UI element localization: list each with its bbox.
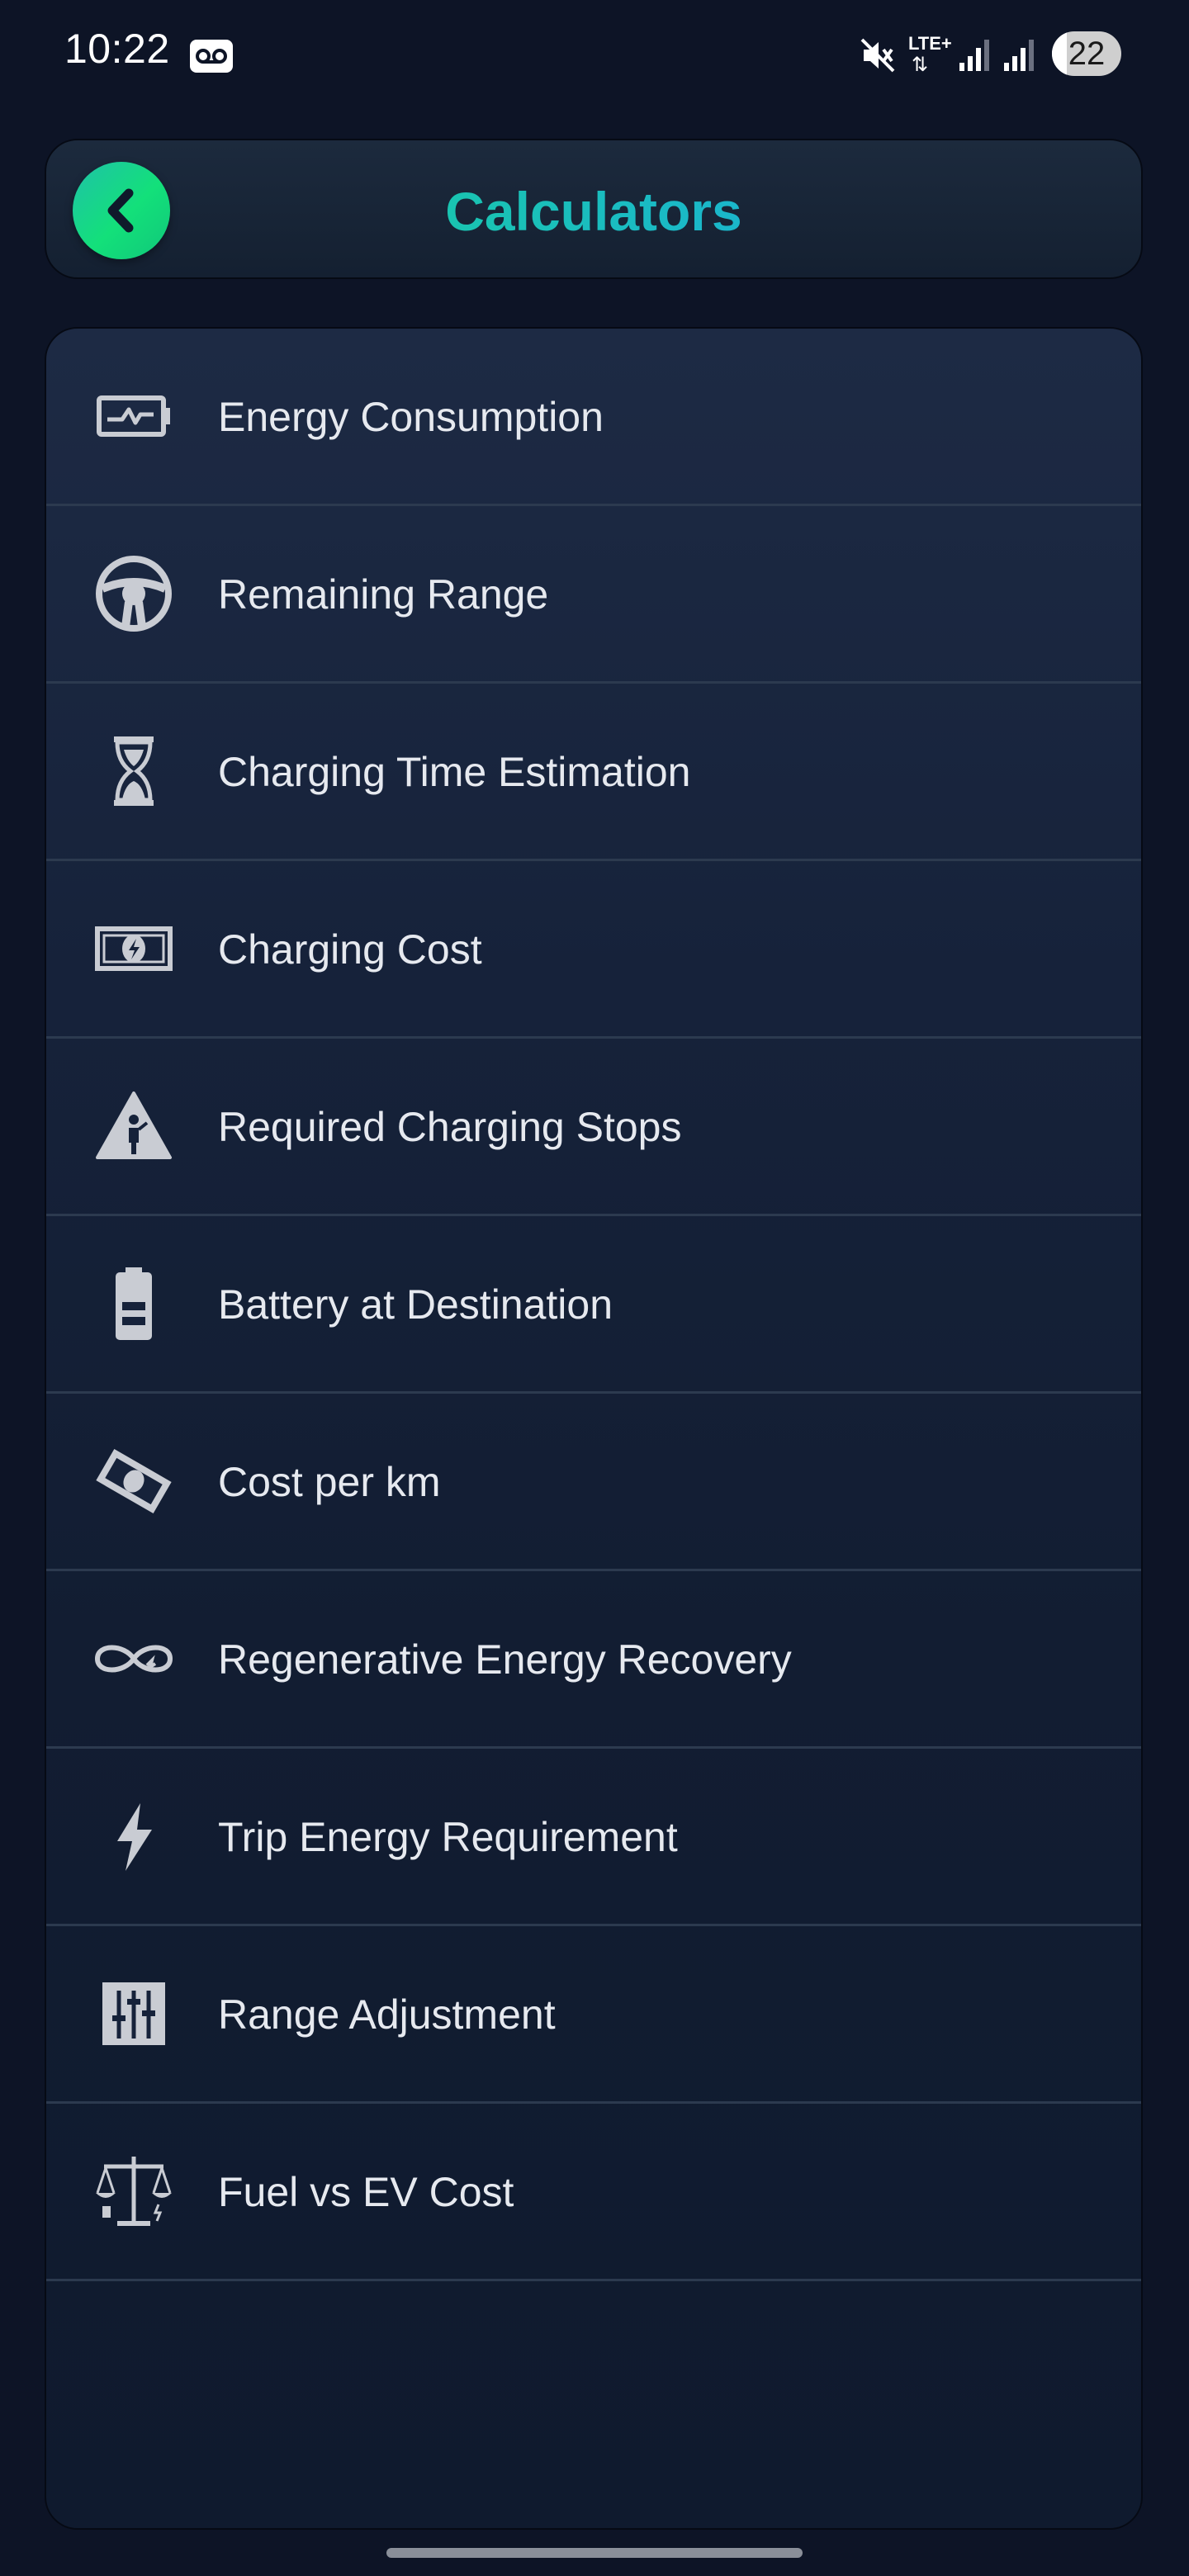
list-item-range-adjustment[interactable]: Range Adjustment: [46, 1926, 1141, 2104]
warning-person-icon: [92, 1085, 175, 1167]
list-item-charging-time-estimation[interactable]: Charging Time Estimation: [46, 684, 1141, 861]
item-label: Charging Cost: [218, 926, 482, 973]
infinity-recharge-icon: [92, 1617, 175, 1700]
list-item-fuel-vs-ev-cost[interactable]: Fuel vs EV Cost: [46, 2104, 1141, 2281]
item-label: Remaining Range: [218, 571, 549, 618]
mute-icon: [859, 36, 897, 78]
signal-icon: [958, 36, 991, 77]
lte-indicator: LTE+ ⇅: [908, 33, 952, 79]
sliders-icon: [92, 1972, 175, 2055]
balance-scale-icon: [92, 2150, 175, 2233]
lightning-icon: [92, 1795, 175, 1878]
hourglass-icon: [92, 730, 175, 812]
item-label: Trip Energy Requirement: [218, 1814, 678, 1860]
item-label: Regenerative Energy Recovery: [218, 1636, 792, 1683]
list-item-trip-energy-requirement[interactable]: Trip Energy Requirement: [46, 1749, 1141, 1926]
header-bar: Calculators: [45, 139, 1143, 279]
voicemail-icon: [190, 40, 233, 73]
money-tilted-icon: [92, 1440, 175, 1522]
network-type: LTE+: [908, 33, 952, 54]
item-label: Charging Time Estimation: [218, 749, 691, 795]
list-item-required-charging-stops[interactable]: Required Charging Stops: [46, 1039, 1141, 1216]
data-arrows-icon: ⇅: [912, 54, 929, 76]
calculator-list-card: Energy Consumption Remaining Range Charg…: [45, 327, 1143, 2530]
item-label: Fuel vs EV Cost: [218, 2169, 514, 2215]
battery-pulse-icon: [92, 375, 175, 457]
calculator-list: Energy Consumption Remaining Range Charg…: [46, 329, 1141, 2281]
signal-icon: [1002, 36, 1035, 77]
list-item-battery-at-destination[interactable]: Battery at Destination: [46, 1216, 1141, 1394]
battery-indicator: 22: [1052, 31, 1121, 76]
list-item-regenerative-energy-recovery[interactable]: Regenerative Energy Recovery: [46, 1571, 1141, 1749]
battery-icon: [92, 1262, 175, 1345]
item-label: Energy Consumption: [218, 394, 604, 440]
item-label: Range Adjustment: [218, 1991, 556, 2038]
banknote-bolt-icon: [92, 907, 175, 990]
list-item-cost-per-km[interactable]: Cost per km: [46, 1394, 1141, 1571]
list-item-energy-consumption[interactable]: Energy Consumption: [46, 329, 1141, 506]
item-label: Required Charging Stops: [218, 1104, 682, 1150]
status-bar: 10:22 LTE+ ⇅ 22: [0, 0, 1189, 107]
battery-fill: [1052, 31, 1068, 76]
status-time: 10:22: [64, 26, 170, 72]
list-item-charging-cost[interactable]: Charging Cost: [46, 861, 1141, 1039]
item-label: Battery at Destination: [218, 1281, 613, 1328]
home-indicator[interactable]: [386, 2548, 803, 2558]
page-title: Calculators: [46, 180, 1141, 243]
item-label: Cost per km: [218, 1459, 441, 1505]
list-item-remaining-range[interactable]: Remaining Range: [46, 506, 1141, 684]
battery-percent: 22: [1068, 36, 1106, 72]
steering-wheel-icon: [92, 552, 175, 635]
